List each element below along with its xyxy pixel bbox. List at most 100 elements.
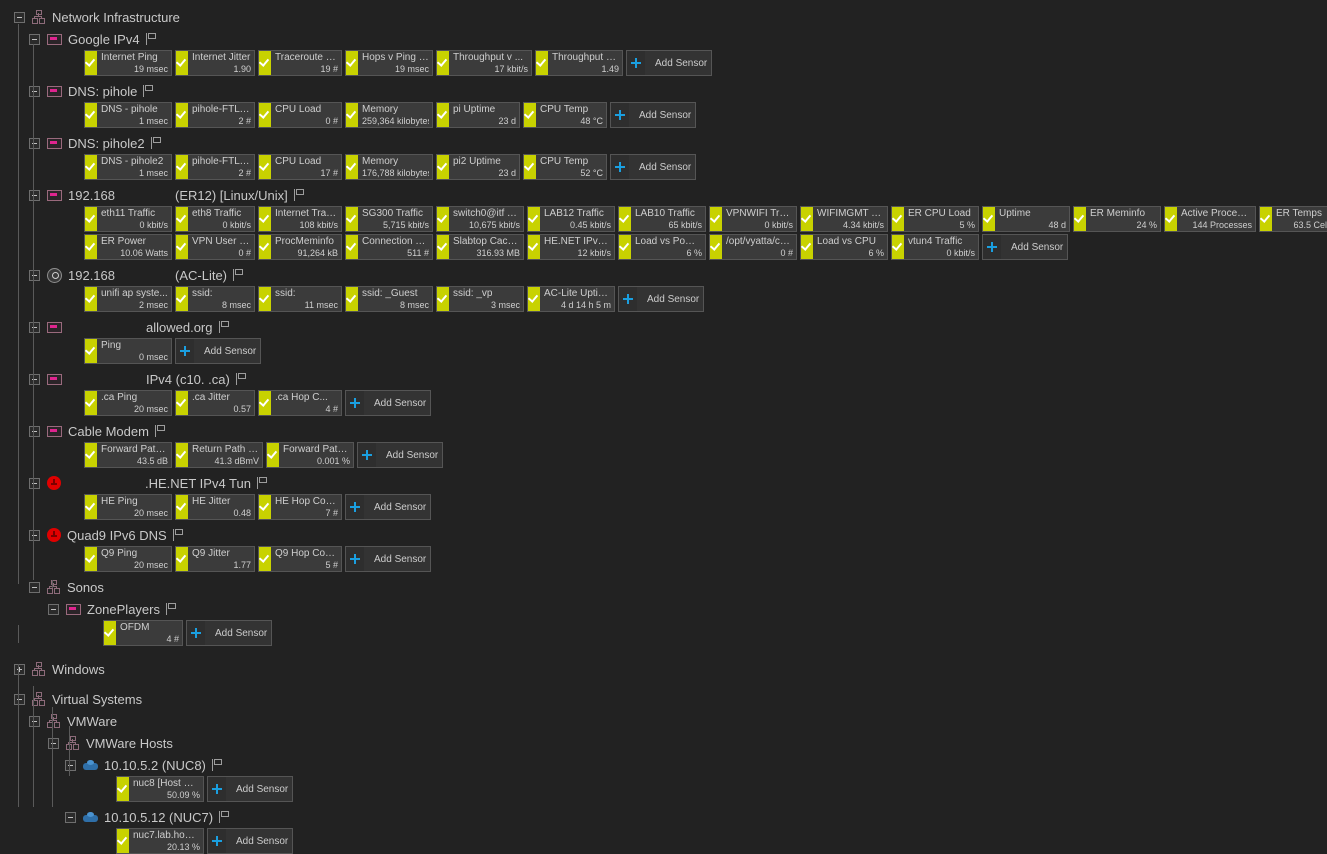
tree-node-er12[interactable]: 192.168 (ER12) [Linux/Unix] — [29, 184, 305, 206]
sensor-box[interactable]: ssid: 11 msec — [258, 286, 342, 312]
sensor-box[interactable]: .ca Ping 20 msec — [84, 390, 172, 416]
sensor-box[interactable]: unifi ap syste... 2 msec — [84, 286, 172, 312]
sensor-box[interactable]: pihole-FTL pro...2 # — [175, 154, 255, 180]
pause-flag-icon[interactable] — [145, 33, 157, 45]
sensor-box[interactable]: ssid: _Guest 8 msec — [345, 286, 433, 312]
collapse-toggle-icon[interactable] — [14, 693, 25, 705]
collapse-toggle-icon[interactable] — [14, 11, 25, 23]
sensor-box[interactable]: ER Meminfo 24 % — [1073, 206, 1161, 232]
sensor-box[interactable]: Q9 Ping 20 msec — [84, 546, 172, 572]
tree-node-allowed-org[interactable]: allowed.org — [29, 316, 230, 338]
sensor-box[interactable]: pi Uptime 23 d — [436, 102, 520, 128]
collapse-toggle-icon[interactable] — [29, 373, 40, 385]
add-sensor-button[interactable]: Add Sensor — [345, 494, 431, 520]
sensor-box[interactable]: Throughput v J...1.49 — [535, 50, 623, 76]
add-sensor-button[interactable]: Add Sensor — [357, 442, 443, 468]
pause-flag-icon[interactable] — [219, 811, 230, 823]
sensor-box[interactable]: SG300 Traffic 5,715 kbit/s — [345, 206, 433, 232]
sensor-box[interactable]: nuc7.lab.home... 20.13 % — [116, 828, 204, 854]
collapse-toggle-icon[interactable] — [29, 321, 40, 333]
tree-node-vmware-hosts[interactable]: VMWare Hosts — [48, 732, 173, 754]
tree-node-network-infrastructure[interactable]: Network Infrastructure — [14, 6, 180, 28]
sensor-box[interactable]: nuc8 [Host Per... 50.09 % — [116, 776, 204, 802]
collapse-toggle-icon[interactable] — [65, 811, 76, 823]
sensor-box[interactable]: Memory 176,788 kilobytes — [345, 154, 433, 180]
tree-node-cable-modem[interactable]: Cable Modem — [29, 420, 166, 442]
sensor-box[interactable]: /opt/vyatta/co... 0 # — [709, 234, 797, 260]
sensor-box[interactable]: Ping 0 msec — [84, 338, 172, 364]
tree-node-zoneplayers[interactable]: ZonePlayers — [48, 598, 177, 620]
sensor-box[interactable]: WIFIMGMT Tra...4.34 kbit/s — [800, 206, 888, 232]
collapse-toggle-icon[interactable] — [29, 137, 40, 149]
sensor-box[interactable]: LAB12 Traffic 0.45 kbit/s — [527, 206, 615, 232]
sensor-box[interactable]: ssid: 8 msec — [175, 286, 255, 312]
sensor-box[interactable]: Slabtop Cache... 316.93 MB — [436, 234, 524, 260]
sensor-box[interactable]: VPN User Count0 # — [175, 234, 255, 260]
collapse-toggle-icon[interactable] — [29, 529, 40, 541]
pause-flag-icon[interactable] — [165, 603, 177, 615]
tree-node-google-ipv4[interactable]: Google IPv4 — [29, 28, 157, 50]
sensor-box[interactable]: Throughput v ... 17 kbit/s — [436, 50, 532, 76]
sensor-box[interactable]: Return Path Po...41.3 dBmV — [175, 442, 263, 468]
collapse-toggle-icon[interactable] — [29, 425, 40, 437]
pause-flag-icon[interactable] — [233, 269, 244, 281]
pause-flag-icon[interactable] — [172, 529, 184, 541]
sensor-box[interactable]: Connection Tra...511 # — [345, 234, 433, 260]
sensor-box[interactable]: pihole-FTL pro...2 # — [175, 102, 255, 128]
sensor-box[interactable]: Traceroute Hops19 # — [258, 50, 342, 76]
pause-flag-icon[interactable] — [154, 425, 166, 437]
tree-node-sonos[interactable]: Sonos — [29, 576, 104, 598]
sensor-box[interactable]: eth11 Traffic 0 kbit/s — [84, 206, 172, 232]
sensor-box[interactable]: Load vs Power... 6 % — [618, 234, 706, 260]
sensor-box[interactable]: ssid: _vp 3 msec — [436, 286, 524, 312]
collapse-toggle-icon[interactable] — [29, 33, 40, 45]
collapse-toggle-icon[interactable] — [29, 715, 40, 727]
add-sensor-button[interactable]: Add Sensor — [618, 286, 704, 312]
collapse-toggle-icon[interactable] — [29, 85, 40, 97]
tree-node-nuc7[interactable]: 10.10.5.12 (NUC7) — [65, 806, 230, 828]
pause-flag-icon[interactable] — [150, 137, 162, 149]
collapse-toggle-icon[interactable] — [48, 603, 59, 615]
sensor-box[interactable]: Internet Jitter 1.90 — [175, 50, 255, 76]
sensor-box[interactable]: Active Process... 144 Processes — [1164, 206, 1256, 232]
sensor-box[interactable]: HE Hop Count 7 # — [258, 494, 342, 520]
pause-flag-icon[interactable] — [256, 477, 268, 489]
sensor-box[interactable]: AC-Lite Uptime 4 d 14 h 5 m — [527, 286, 615, 312]
pause-flag-icon[interactable] — [218, 321, 230, 333]
tree-node-quad9-ipv6-dns[interactable]: Quad9 IPv6 DNS — [29, 524, 184, 546]
collapse-toggle-icon[interactable] — [48, 737, 59, 749]
sensor-box[interactable]: ProcMeminfo 91,264 kB — [258, 234, 342, 260]
sensor-box[interactable]: CPU Temp 48 °C — [523, 102, 607, 128]
add-sensor-button[interactable]: Add Sensor — [610, 102, 696, 128]
sensor-box[interactable]: Internet Traffic 108 kbit/s — [258, 206, 342, 232]
sensor-box[interactable]: HE Jitter 0.48 — [175, 494, 255, 520]
collapse-toggle-icon[interactable] — [29, 477, 40, 489]
sensor-box[interactable]: Q9 Hop Count 5 # — [258, 546, 342, 572]
tree-node-he-net-ipv4-tun[interactable]: .HE.NET IPv4 Tun — [29, 472, 268, 494]
sensor-box[interactable]: OFDM 4 # — [103, 620, 183, 646]
sensor-box[interactable]: HE Ping 20 msec — [84, 494, 172, 520]
pause-flag-icon[interactable] — [235, 373, 247, 385]
collapse-toggle-icon[interactable] — [65, 759, 76, 771]
tree-node-ipv4-c10[interactable]: IPv4 (c10. .ca) — [29, 368, 247, 390]
add-sensor-button[interactable]: Add Sensor — [175, 338, 261, 364]
sensor-box[interactable]: .ca Jitter 0.57 — [175, 390, 255, 416]
expand-toggle-icon[interactable] — [14, 663, 25, 675]
collapse-toggle-icon[interactable] — [29, 189, 40, 201]
sensor-box[interactable]: ER CPU Load 5 % — [891, 206, 979, 232]
sensor-box[interactable]: Forward Path ... 43.5 dB — [84, 442, 172, 468]
tree-node-dns-pihole[interactable]: DNS: pihole — [29, 80, 154, 102]
tree-node-dns-pihole2[interactable]: DNS: pihole2 — [29, 132, 162, 154]
collapse-toggle-icon[interactable] — [29, 269, 40, 281]
sensor-box[interactable]: LAB10 Traffic 65 kbit/s — [618, 206, 706, 232]
sensor-box[interactable]: .ca Hop C... 4 # — [258, 390, 342, 416]
pause-flag-icon[interactable] — [211, 759, 223, 771]
sensor-box[interactable]: ER Power 10.06 Watts — [84, 234, 172, 260]
sensor-box[interactable]: CPU Load 17 # — [258, 154, 342, 180]
sensor-box[interactable]: switch0@itf Tr... 10,675 kbit/s — [436, 206, 524, 232]
sensor-box[interactable]: Internet Ping 19 msec — [84, 50, 172, 76]
sensor-box[interactable]: Hops v Ping SF 19 msec — [345, 50, 433, 76]
sensor-box[interactable]: DNS - pihole 1 msec — [84, 102, 172, 128]
pause-flag-icon[interactable] — [293, 189, 305, 201]
add-sensor-button[interactable]: Add Sensor — [610, 154, 696, 180]
